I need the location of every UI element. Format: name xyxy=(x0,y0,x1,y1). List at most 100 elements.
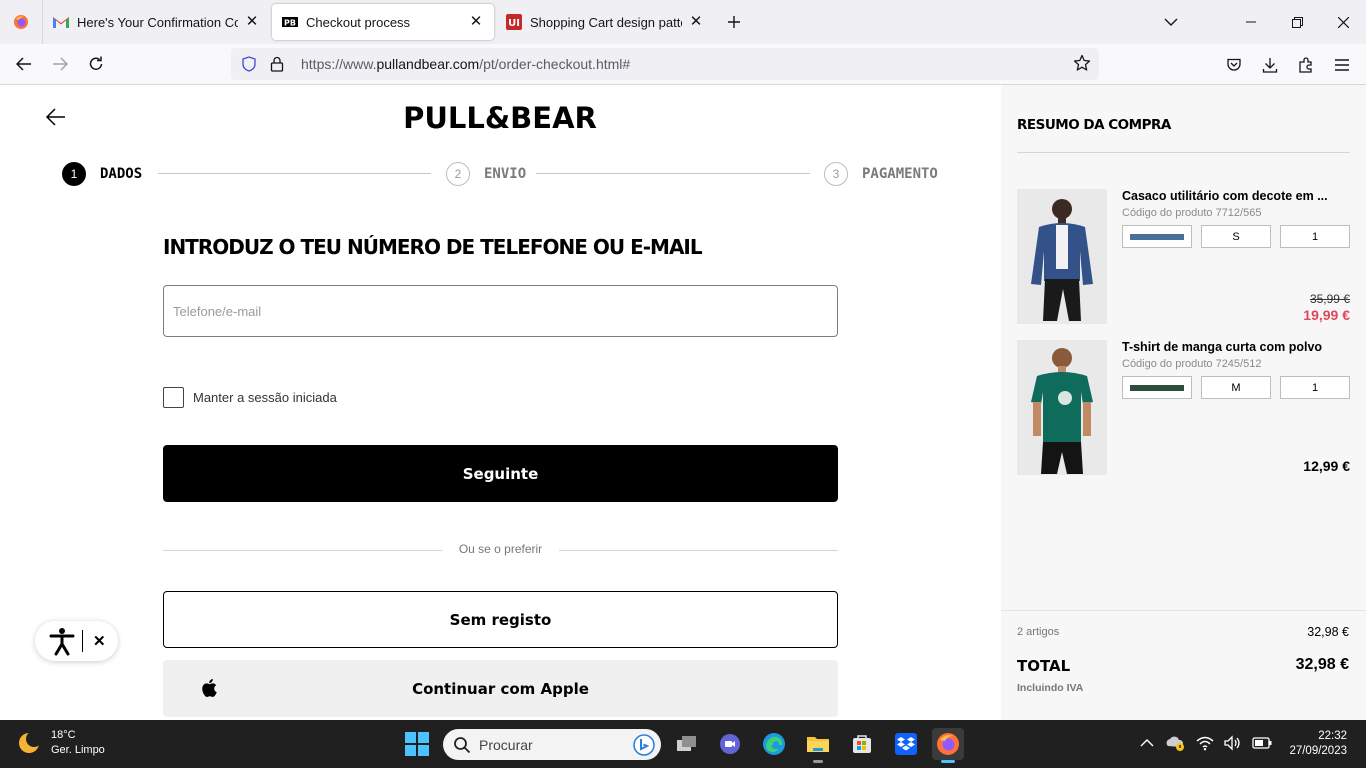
store-icon xyxy=(853,735,871,753)
weather-widget[interactable]: 18°C Ger. Limpo xyxy=(16,728,105,758)
summary-divider xyxy=(1017,152,1350,153)
moon-weather-icon xyxy=(19,731,42,753)
forward-button[interactable] xyxy=(42,48,78,80)
close-tab-icon[interactable]: ✕ xyxy=(244,14,260,30)
step-dados: 1 DADOS xyxy=(62,161,142,187)
chevron-up-icon[interactable] xyxy=(1140,738,1154,748)
bing-icon[interactable] xyxy=(633,734,655,756)
step-label: PAGAMENTO xyxy=(862,166,938,182)
edge-icon xyxy=(763,733,785,755)
product-quantity: 1 xyxy=(1280,376,1350,399)
lock-icon[interactable] xyxy=(267,54,287,74)
close-window-button[interactable] xyxy=(1320,0,1366,44)
download-icon xyxy=(1262,57,1278,73)
microsoft-store-button[interactable] xyxy=(846,728,878,760)
search-icon xyxy=(454,736,471,753)
new-tab-button[interactable] xyxy=(714,0,754,44)
continue-with-apple-button[interactable]: Continuar com Apple xyxy=(163,660,838,717)
widget-separator xyxy=(82,630,83,652)
restore-window-button[interactable] xyxy=(1274,0,1320,44)
battery-icon[interactable] xyxy=(1252,737,1272,749)
step-number: 1 xyxy=(62,162,86,186)
or-divider: Ou se o preferir xyxy=(163,541,838,559)
phone-email-input[interactable] xyxy=(163,285,838,337)
remember-me-checkbox[interactable] xyxy=(163,387,184,408)
step-label: ENVIO xyxy=(484,166,527,182)
step-connector xyxy=(536,173,810,174)
page-title: INTRODUZ O TEU NÚMERO DE TELEFONE OU E-M… xyxy=(163,235,703,259)
order-summary-panel: RESUMO DA COMPRA Casaco utilitário com d… xyxy=(1001,85,1366,720)
file-explorer-button[interactable] xyxy=(802,728,834,763)
firefox-icon xyxy=(14,15,28,29)
product-code: Código do produto 7245/512 xyxy=(1122,358,1262,370)
onedrive-warning-icon[interactable] xyxy=(1164,734,1186,752)
volume-icon[interactable] xyxy=(1224,735,1242,751)
task-view-button[interactable] xyxy=(671,728,703,760)
windows-start-icon[interactable] xyxy=(405,732,429,756)
tab-title: Checkout process xyxy=(306,14,411,30)
tab-checkout-process[interactable]: PB Checkout process ✕ xyxy=(272,4,494,40)
pocket-icon xyxy=(1227,58,1241,71)
svg-text:PB: PB xyxy=(284,19,296,28)
page-back-button[interactable] xyxy=(44,105,68,129)
back-button[interactable] xyxy=(6,48,42,80)
clock-date: 27/09/2023 xyxy=(1289,745,1347,757)
url-path: /pt/order-checkout.html# xyxy=(479,56,631,72)
step-envio: 2 ENVIO xyxy=(446,161,526,187)
next-button[interactable]: Seguinte xyxy=(163,445,838,502)
bookmark-star-icon[interactable] xyxy=(1073,54,1091,75)
product-size: S xyxy=(1201,225,1271,248)
step-number: 3 xyxy=(824,162,848,186)
extensions-button[interactable] xyxy=(1288,49,1324,81)
address-bar[interactable]: https://www.pullandbear.com/pt/order-che… xyxy=(231,48,1099,80)
teams-chat-button[interactable] xyxy=(714,728,746,760)
product-image-jacket[interactable] xyxy=(1017,189,1107,324)
guest-checkout-button[interactable]: Sem registo xyxy=(163,591,838,648)
system-clock[interactable]: 22:32 27/09/2023 xyxy=(1289,729,1347,759)
pocket-button[interactable] xyxy=(1216,49,1252,81)
product-image-tshirt[interactable] xyxy=(1017,340,1107,475)
checkout-page: PULL&BEAR 1 DADOS 2 ENVIO 3 PAGAMENTO IN… xyxy=(0,85,1366,720)
edge-button[interactable] xyxy=(758,728,790,760)
tracking-protection-shield-icon[interactable] xyxy=(239,54,259,74)
original-price: 35,99 € xyxy=(1309,292,1350,306)
color-swatch xyxy=(1130,384,1184,391)
tab-gmail[interactable]: Here's Your Confirmation Code ✕ xyxy=(42,0,270,44)
firefox-icon xyxy=(937,733,959,755)
minimize-window-button[interactable] xyxy=(1228,0,1274,44)
wifi-icon[interactable] xyxy=(1196,735,1214,751)
puzzle-icon xyxy=(1299,56,1312,73)
brand-logo[interactable]: PULL&BEAR xyxy=(380,101,620,135)
accessibility-widget: ✕ xyxy=(35,621,118,661)
weather-temperature: 18°C xyxy=(51,729,76,741)
app-menu-button[interactable] xyxy=(1324,49,1360,81)
sale-price: 19,99 € xyxy=(1303,307,1350,323)
close-icon xyxy=(1337,16,1349,28)
items-count: 2 artigos xyxy=(1017,626,1060,638)
items-subtotal: 32,98 € xyxy=(1307,625,1349,639)
close-widget-icon[interactable]: ✕ xyxy=(93,632,106,650)
product-name[interactable]: T-shirt de manga curta com polvo xyxy=(1122,340,1350,354)
tab-shopping-cart-pattern[interactable]: UI Shopping Cart design pattern ✕ xyxy=(496,0,714,44)
remember-me-label[interactable]: Manter a sessão iniciada xyxy=(193,390,337,405)
firefox-taskbar-button[interactable] xyxy=(932,728,964,763)
product-name[interactable]: Casaco utilitário com decote em ... xyxy=(1122,189,1350,203)
accessibility-person-icon[interactable] xyxy=(47,626,77,656)
taskbar-search-box[interactable]: Procurar xyxy=(443,729,661,760)
summary-title: RESUMO DA COMPRA xyxy=(1017,117,1171,133)
downloads-button[interactable] xyxy=(1252,49,1288,81)
product-code: Código do produto 7712/565 xyxy=(1122,207,1262,219)
step-connector xyxy=(158,173,431,174)
list-all-tabs-button[interactable] xyxy=(1148,0,1194,44)
pullandbear-favicon: PB xyxy=(282,14,298,30)
close-tab-icon[interactable]: ✕ xyxy=(688,14,704,30)
close-tab-icon[interactable]: ✕ xyxy=(468,14,484,30)
hamburger-menu-icon xyxy=(1335,58,1349,71)
firefox-view-button[interactable] xyxy=(0,0,42,44)
reload-button[interactable] xyxy=(78,48,114,80)
product-color-swatch xyxy=(1122,225,1192,248)
tab-title: Here's Your Confirmation Code xyxy=(77,14,238,30)
browser-tab-bar: Here's Your Confirmation Code ✕ PB Check… xyxy=(0,0,1366,44)
dropbox-button[interactable] xyxy=(890,728,922,760)
tab-title: Shopping Cart design pattern xyxy=(530,14,682,30)
